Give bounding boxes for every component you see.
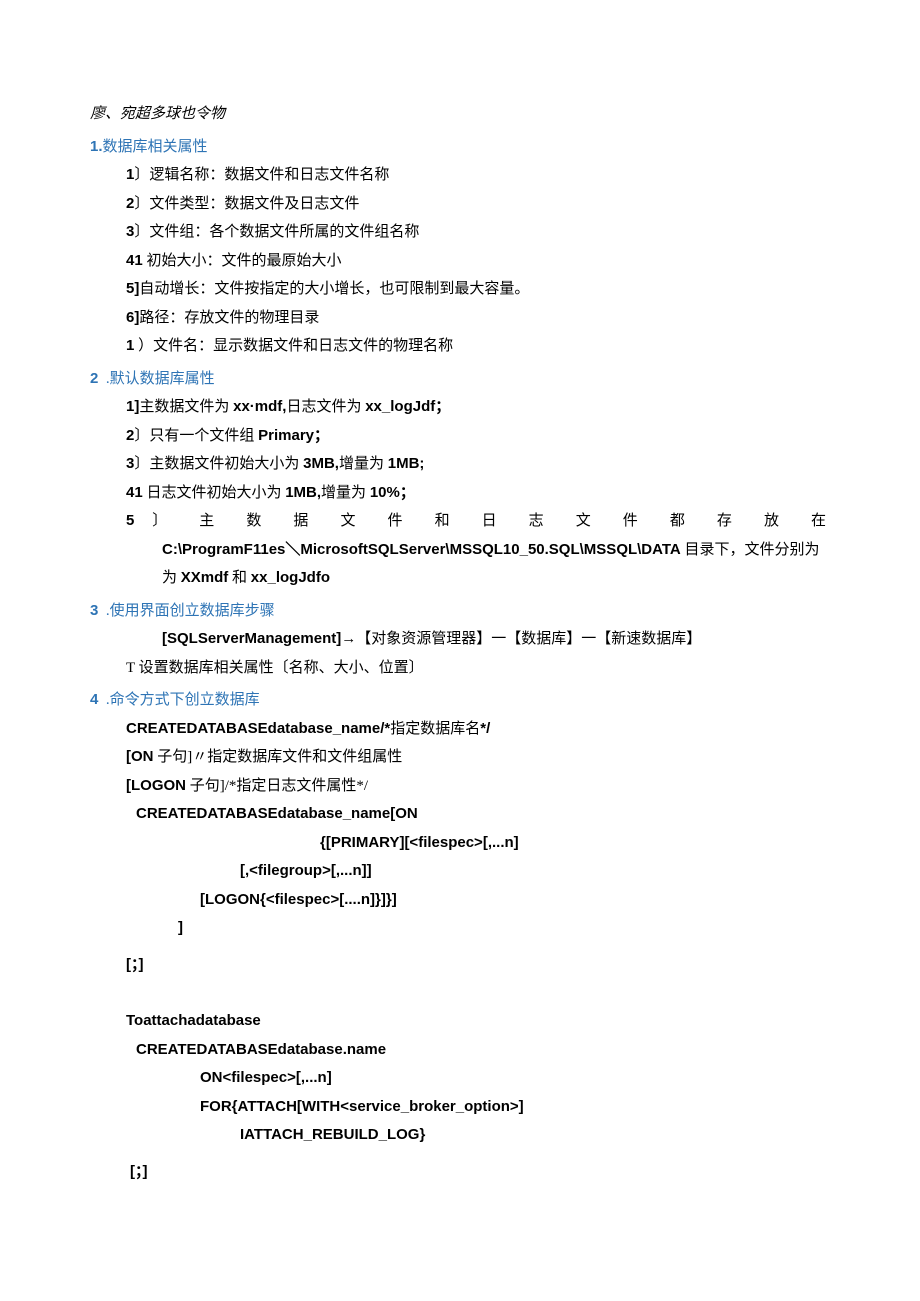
a: [SQLServerManagement] <box>162 630 341 647</box>
s: 〕 <box>134 428 149 444</box>
e: 和 <box>232 570 247 586</box>
d: 1MB; <box>388 455 425 472</box>
c: */ <box>480 720 490 737</box>
s1-item-7: 1 ）文件名：显示数据文件和日志文件的物理名称 <box>90 332 830 361</box>
section-2-heading: 2 .默认数据库属性 <box>90 365 830 394</box>
code-line-10: FOR{ATTACH[WITH<service_broker_option>] <box>90 1093 830 1122</box>
c: 日志文件为 <box>286 399 361 415</box>
s3-line-2: T 设置数据库相关属性〔名称、大小、位置〕 <box>90 654 830 683</box>
s2-item-1: 1]主数据文件为 xx·mdf,日志文件为 xx_logJdf； <box>90 393 830 422</box>
n: 6] <box>126 309 139 326</box>
a: CREATEDATABASEdatabase_name/* <box>126 720 390 737</box>
code-line-11: IATTACH_REBUILD_LOG} <box>90 1121 830 1150</box>
code-line-5: ] <box>90 914 830 943</box>
s2-item-3: 3〕主数据文件初始大小为 3MB,增量为 1MB; <box>90 450 830 479</box>
d: 10%； <box>370 484 415 501</box>
b: xx·mdf, <box>233 398 286 415</box>
a: 主数据文件为 <box>139 399 229 415</box>
s1-item-4: 41 初始大小：文件的最原始大小 <box>90 247 830 276</box>
code-line-6: [；] <box>90 951 830 980</box>
d: xx_logJdf； <box>365 398 450 415</box>
n: 41 <box>126 484 143 501</box>
s3-line-1: [SQLServerManagement]→【对象资源管理器】一【数据库】一【新… <box>90 625 830 654</box>
c: 增量为 <box>321 485 366 501</box>
s2-item-5-line3: 为 XXmdf 和 xx_logJdfo <box>90 564 830 593</box>
s2-item-4: 41 日志文件初始大小为 1MB,增量为 10%； <box>90 479 830 508</box>
t: 初始大小：文件的最原始大小 <box>146 253 341 269</box>
section-4-heading: 4 .命令方式下创立数据库 <box>90 686 830 715</box>
b: Primary； <box>258 427 329 444</box>
c: 增量为 <box>339 456 384 472</box>
s1-item-2: 2〕文件类型：数据文件及日志文件 <box>90 190 830 219</box>
a: 主数据文件初始大小为 <box>149 456 299 472</box>
code-line-1: CREATEDATABASEdatabase_name[ON <box>90 800 830 829</box>
b: →【对象资源管理器】一【数据库】一【新速数据库】 <box>341 631 701 647</box>
code-line-3: [,<filegroup>[,...n]] <box>90 857 830 886</box>
b: 指定数据库名 <box>390 721 480 737</box>
code-line-12: [；] <box>90 1158 830 1187</box>
t: 文件组：各个数据文件所属的文件组名称 <box>149 224 419 240</box>
n: 5 <box>126 512 134 529</box>
s1-item-5: 5]自动增长：文件按指定的大小增长，也可限制到最大容量。 <box>90 275 830 304</box>
s1-item-1: 1〕逻辑名称：数据文件和日志文件名称 <box>90 161 830 190</box>
s: 〕 <box>134 196 149 212</box>
code-line-8: CREATEDATABASEdatabase.name <box>90 1036 830 1065</box>
a: 日志文件初始大小为 <box>146 485 281 501</box>
f: xx_logJdfo <box>251 569 330 586</box>
t: 文件类型：数据文件及日志文件 <box>149 196 359 212</box>
s: 〕 <box>134 224 149 240</box>
section-1-heading: 1.数据库相关属性 <box>90 133 830 162</box>
n: 1] <box>126 398 139 415</box>
t: 路径：存放文件的物理目录 <box>139 310 319 326</box>
s: 〕 <box>134 167 149 183</box>
t: 自动增长：文件按指定的大小增长，也可限制到最大容量。 <box>139 281 529 297</box>
c: ]〃指定数据库文件和文件组属性 <box>187 749 402 765</box>
num: 2 <box>90 370 98 387</box>
n: 41 <box>126 252 143 269</box>
s4-line-3: [LOGON 子句]/*指定日志文件属性*/ <box>90 772 830 801</box>
b: 子句 <box>157 749 187 765</box>
t: 逻辑名称：数据文件和日志文件名称 <box>149 167 389 183</box>
s: 〕 <box>134 456 149 472</box>
a: [LOGON <box>126 777 186 794</box>
c: ]/*指定日志文件属性*/ <box>220 778 368 794</box>
num: 1. <box>90 138 103 155</box>
s2-item-5-line1: 5 〕 主 数 据 文 件 和 日 志 文 件 都 存 放 在 <box>90 507 830 536</box>
s2-item-2: 2〕只有一个文件组 Primary； <box>90 422 830 451</box>
s4-line-2: [ON 子句]〃指定数据库文件和文件组属性 <box>90 743 830 772</box>
s1-item-3: 3〕文件组：各个数据文件所属的文件组名称 <box>90 218 830 247</box>
s2-item-5-line2: C:\ProgramF11es＼MicrosoftSQLServer\MSSQL… <box>90 536 830 565</box>
b: C:\ProgramF11es＼MicrosoftSQLServer\MSSQL… <box>162 541 681 558</box>
code-line-7: Toattachadatabase <box>90 1007 830 1036</box>
title: .使用界面创立数据库步骤 <box>106 603 275 619</box>
title: .默认数据库属性 <box>106 371 215 387</box>
title: 数据库相关属性 <box>103 139 208 155</box>
b: 1MB, <box>285 484 321 501</box>
title: .命令方式下创立数据库 <box>106 692 260 708</box>
b: 3MB, <box>303 455 339 472</box>
code-line-2: {[PRIMARY][<filespec>[,...n] <box>90 829 830 858</box>
s: ） <box>134 338 153 354</box>
num: 4 <box>90 691 98 708</box>
t: 文件名：显示数据文件和日志文件的物理名称 <box>153 338 453 354</box>
a: 〕 主 数 据 文 件 和 日 志 文 件 都 存 放 在 <box>152 513 826 529</box>
s4-line-1: CREATEDATABASEdatabase_name/*指定数据库名*/ <box>90 715 830 744</box>
n: 5] <box>126 280 139 297</box>
a: [ON <box>126 748 154 765</box>
section-3-heading: 3 .使用界面创立数据库步骤 <box>90 597 830 626</box>
header-note: 廖、宛超多球也令物 <box>90 100 830 129</box>
a: 只有一个文件组 <box>149 428 254 444</box>
num: 3 <box>90 602 98 619</box>
code-line-9: ON<filespec>[,...n] <box>90 1064 830 1093</box>
d: XXmdf <box>181 569 229 586</box>
b: 子句 <box>190 778 220 794</box>
s1-item-6: 6]路径：存放文件的物理目录 <box>90 304 830 333</box>
c: 目录下，文件分别为 <box>685 542 820 558</box>
code-line-4: [LOGON{<filespec>[....n]}]}] <box>90 886 830 915</box>
